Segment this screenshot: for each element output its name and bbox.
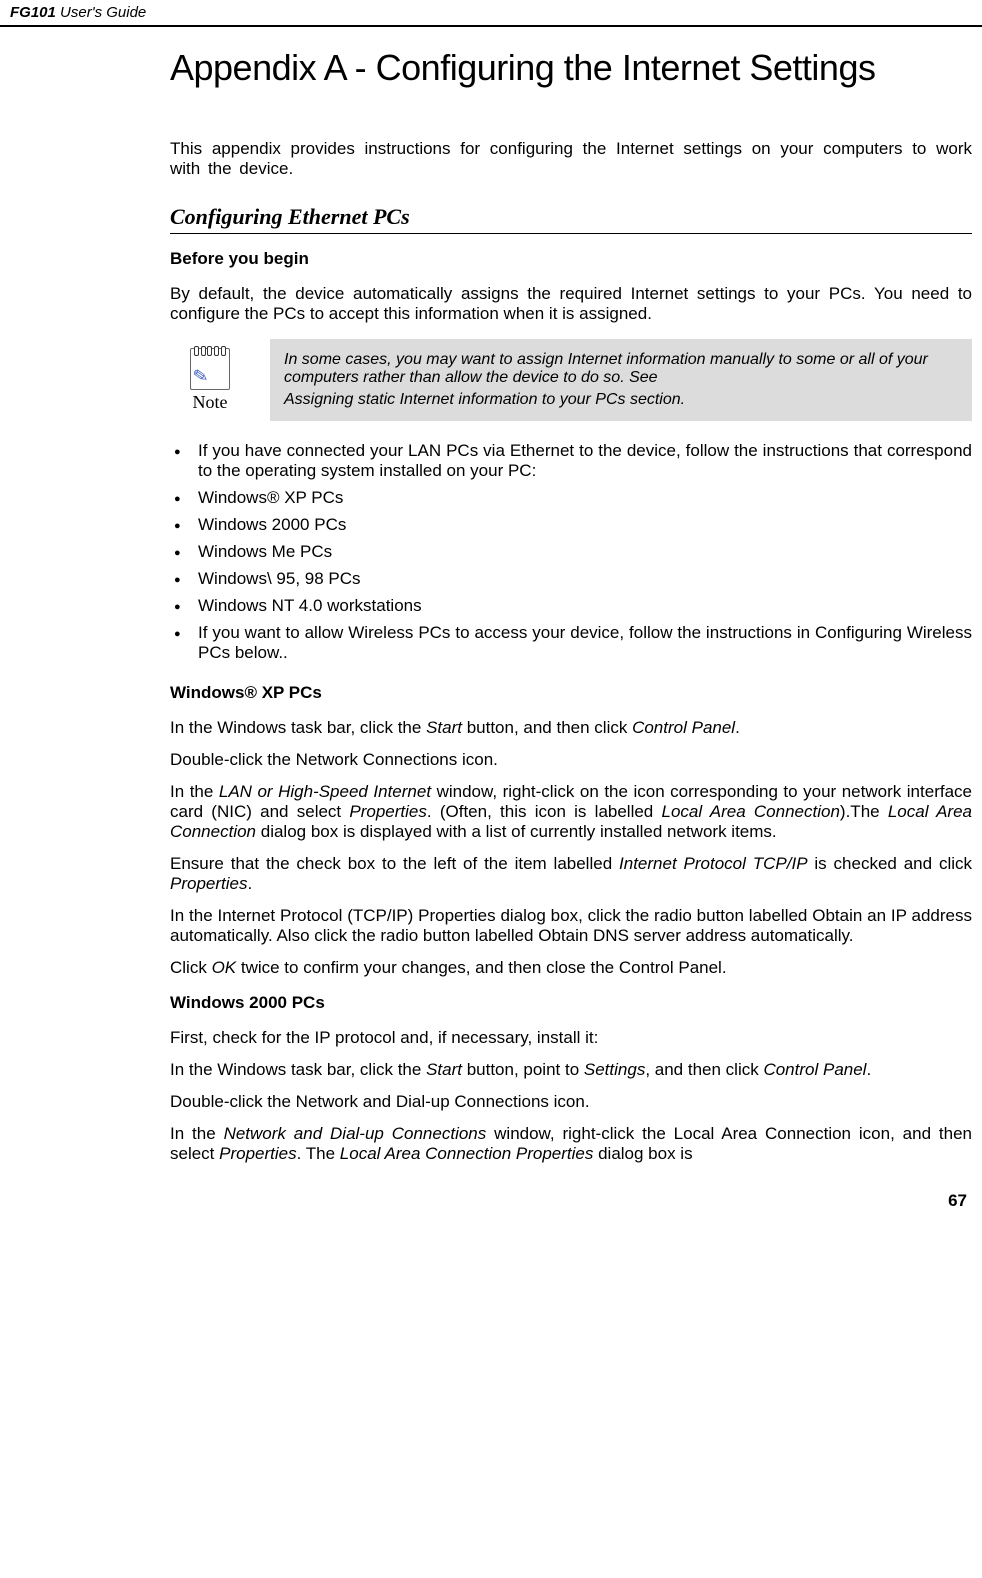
winxp-p6: Click OK twice to confirm your changes, …: [170, 958, 972, 978]
guide-label: User's Guide: [60, 4, 146, 21]
header-title: FG101 User's Guide: [10, 4, 146, 21]
winxp-p5: In the Internet Protocol (TCP/IP) Proper…: [170, 906, 972, 946]
note-text: In some cases, you may want to assign In…: [270, 339, 972, 421]
section-heading-configuring: Configuring Ethernet PCs: [170, 204, 972, 234]
list-item: Windows Me PCs: [198, 542, 972, 562]
note-notepad-icon: ✎: [190, 348, 230, 390]
note-icon-cell: ✎ Note: [170, 343, 240, 418]
before-you-begin-para: By default, the device automatically ass…: [170, 284, 972, 324]
winxp-p2: Double-click the Network Connections ico…: [170, 750, 972, 770]
win2000-p4: In the Network and Dial-up Connections w…: [170, 1124, 972, 1164]
note-label: Note: [193, 392, 228, 413]
list-item: Windows NT 4.0 workstations: [198, 596, 972, 616]
page-title: Appendix A - Configuring the Internet Se…: [170, 47, 972, 89]
main-content: Appendix A - Configuring the Internet Se…: [170, 47, 982, 1164]
list-item: If you have connected your LAN PCs via E…: [198, 441, 972, 481]
winxp-p1: In the Windows task bar, click the Start…: [170, 718, 972, 738]
product-name: FG101: [10, 4, 56, 21]
list-item: Windows\ 95, 98 PCs: [198, 569, 972, 589]
win2000-p2: In the Windows task bar, click the Start…: [170, 1060, 972, 1080]
before-you-begin-heading: Before you begin: [170, 249, 972, 269]
win2000-heading: Windows 2000 PCs: [170, 993, 972, 1013]
list-item: Windows 2000 PCs: [198, 515, 972, 535]
winxp-p4: Ensure that the check box to the left of…: [170, 854, 972, 894]
winxp-heading: Windows® XP PCs: [170, 683, 972, 703]
win2000-p1: First, check for the IP protocol and, if…: [170, 1028, 972, 1048]
win2000-p3: Double-click the Network and Dial-up Con…: [170, 1092, 972, 1112]
note-text-1: In some cases, you may want to assign In…: [284, 351, 958, 387]
list-item: Windows® XP PCs: [198, 488, 972, 508]
list-item: If you want to allow Wireless PCs to acc…: [198, 623, 972, 663]
page-header: FG101 User's Guide: [0, 0, 982, 27]
pencil-icon: ✎: [191, 364, 210, 387]
page-number: 67: [0, 1176, 982, 1221]
os-bullet-list: If you have connected your LAN PCs via E…: [170, 441, 972, 663]
note-text-2: Assigning static Internet information to…: [284, 391, 958, 409]
winxp-p3: In the LAN or High-Speed Internet window…: [170, 782, 972, 842]
note-box: ✎ Note In some cases, you may want to as…: [170, 339, 972, 421]
intro-paragraph: This appendix provides instructions for …: [170, 139, 972, 179]
